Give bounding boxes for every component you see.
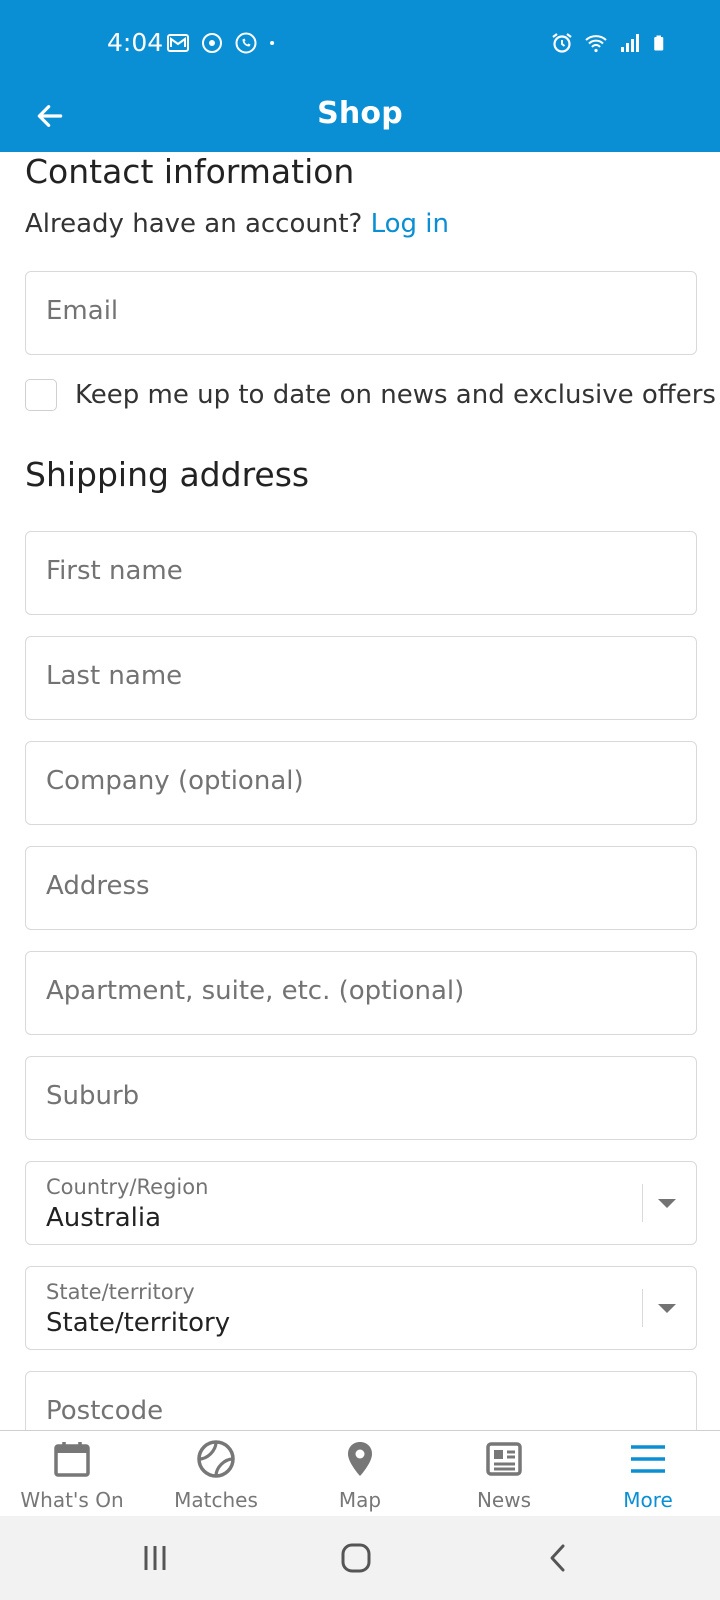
home-button[interactable] — [334, 1536, 378, 1580]
nav-map[interactable]: Map — [288, 1431, 432, 1517]
system-nav-bar — [0, 1516, 720, 1600]
map-pin-icon — [348, 1442, 372, 1476]
bottom-nav: What's On Matches Map News More — [0, 1430, 720, 1516]
nav-label: Map — [338, 1488, 382, 1512]
status-time: 4:04 — [107, 28, 164, 57]
nav-more[interactable]: More — [576, 1431, 720, 1517]
select-divider — [641, 1184, 643, 1222]
newspaper-icon — [486, 1442, 522, 1476]
checkout-form[interactable]: Contact information Already have an acco… — [0, 152, 720, 1430]
status-bar: 4:04 — [0, 0, 720, 88]
last-name-field[interactable]: Last name — [25, 636, 697, 720]
newsletter-row[interactable]: Keep me up to date on news and exclusive… — [25, 379, 716, 411]
home-icon — [341, 1543, 371, 1573]
tennis-ball-icon — [197, 1440, 235, 1478]
country-label: Country/Region — [46, 1175, 209, 1199]
state-label: State/territory — [46, 1280, 195, 1304]
state-select[interactable]: State/territory State/territory — [25, 1266, 697, 1350]
system-back-button[interactable] — [537, 1536, 581, 1580]
newsletter-checkbox[interactable] — [25, 379, 57, 411]
recent-apps-icon — [144, 1546, 166, 1570]
nav-whats-on[interactable]: What's On — [0, 1431, 144, 1517]
shipping-section-title: Shipping address — [25, 455, 310, 494]
chevron-left-icon — [550, 1544, 565, 1572]
wifi-icon — [585, 35, 607, 53]
menu-icon — [631, 1445, 665, 1473]
nav-label: News — [476, 1488, 532, 1512]
app-bar: Shop — [0, 88, 720, 152]
gmail-icon — [167, 34, 189, 52]
apartment-placeholder: Apartment, suite, etc. (optional) — [46, 976, 465, 1006]
dot-icon — [270, 40, 275, 46]
status-notification-icons — [166, 31, 282, 55]
email-placeholder: Email — [46, 296, 119, 326]
apartment-field[interactable]: Apartment, suite, etc. (optional) — [25, 951, 697, 1035]
sync-icon — [202, 33, 222, 53]
nav-label: Matches — [174, 1488, 258, 1512]
first-name-field[interactable]: First name — [25, 531, 697, 615]
newsletter-label: Keep me up to date on news and exclusive… — [75, 380, 716, 410]
company-placeholder: Company (optional) — [46, 766, 304, 796]
first-name-placeholder: First name — [46, 556, 183, 586]
alarm-icon — [552, 33, 572, 53]
chevron-down-icon — [658, 1304, 676, 1313]
nav-label: What's On — [20, 1488, 124, 1512]
suburb-field[interactable]: Suburb — [25, 1056, 697, 1140]
recent-apps-button[interactable] — [133, 1536, 177, 1580]
nav-news[interactable]: News — [432, 1431, 576, 1517]
calendar-icon — [54, 1442, 90, 1477]
battery-icon — [654, 35, 664, 51]
chevron-down-icon — [658, 1199, 676, 1208]
page-title: Shop — [317, 96, 403, 131]
address-placeholder: Address — [46, 871, 150, 901]
whatsapp-icon — [235, 32, 257, 54]
contact-section-title: Contact information — [25, 152, 355, 191]
status-system-icons — [550, 31, 670, 55]
email-field[interactable]: Email — [25, 271, 697, 355]
country-value: Australia — [46, 1203, 162, 1233]
login-prompt-text: Already have an account? — [25, 209, 363, 239]
nav-label: More — [623, 1488, 673, 1512]
nav-matches[interactable]: Matches — [144, 1431, 288, 1517]
country-select[interactable]: Country/Region Australia — [25, 1161, 697, 1245]
login-link[interactable]: Log in — [371, 209, 449, 239]
last-name-placeholder: Last name — [46, 661, 183, 691]
state-value: State/territory — [46, 1308, 231, 1338]
postcode-placeholder: Postcode — [46, 1396, 164, 1426]
postcode-field[interactable]: Postcode — [25, 1371, 697, 1430]
suburb-placeholder: Suburb — [46, 1081, 140, 1111]
address-field[interactable]: Address — [25, 846, 697, 930]
company-field[interactable]: Company (optional) — [25, 741, 697, 825]
select-divider — [641, 1289, 643, 1327]
signal-icon — [621, 34, 639, 52]
login-prompt: Already have an account? Log in — [25, 209, 449, 239]
